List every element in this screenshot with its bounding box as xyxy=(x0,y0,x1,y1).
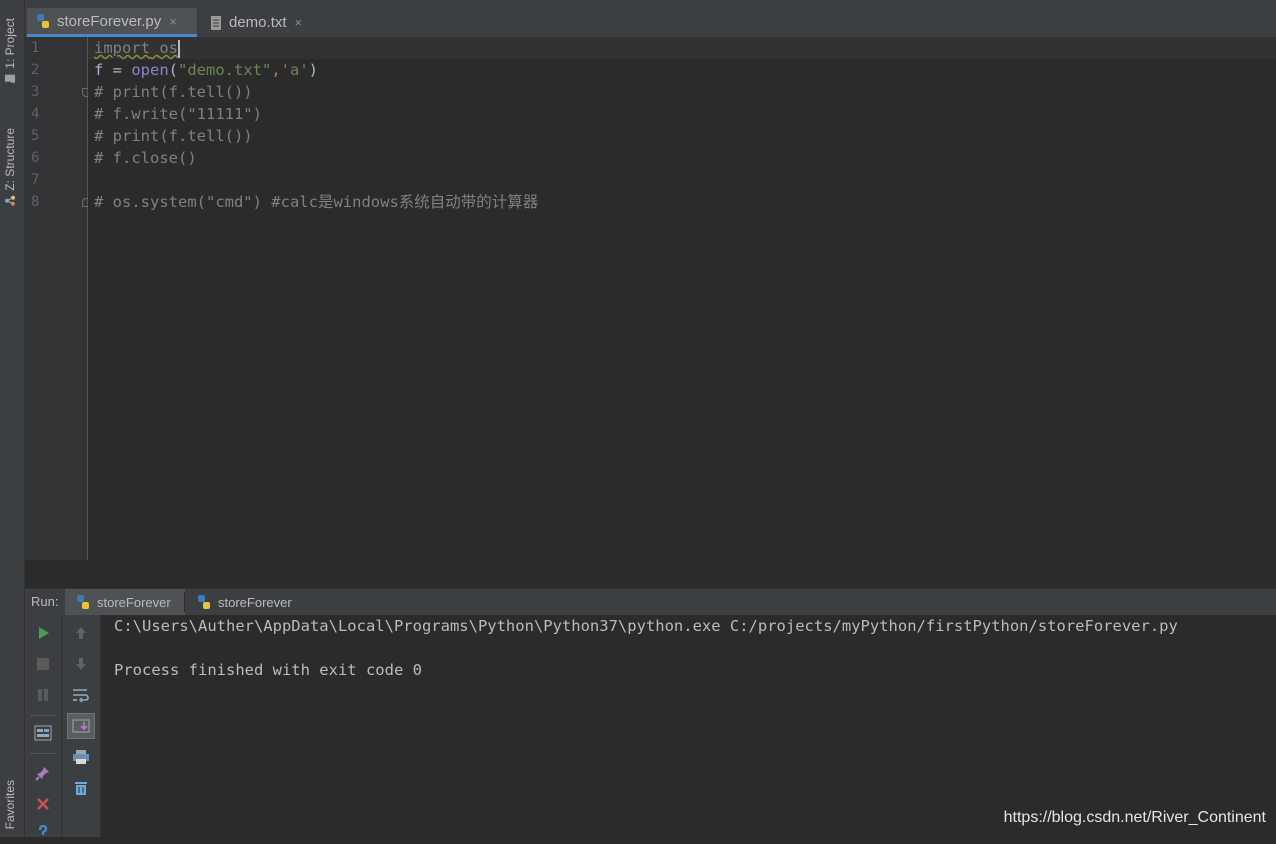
tab-demo-txt[interactable]: demo.txt × xyxy=(201,8,325,37)
structure-tool-label: Z: Structure xyxy=(3,128,17,191)
pause-button[interactable] xyxy=(31,683,55,707)
text-file-icon xyxy=(209,15,223,31)
string-literal: 'a' xyxy=(280,61,309,79)
run-tab-label: storeForever xyxy=(97,594,171,610)
line-number: 2 xyxy=(31,62,40,78)
scroll-down-button[interactable] xyxy=(69,652,93,676)
watermark-text: https://blog.csdn.net/River_Continent xyxy=(1003,809,1266,826)
keyword: import xyxy=(94,39,150,57)
layout-button[interactable] xyxy=(31,721,55,745)
run-tab[interactable]: storeForever xyxy=(65,589,185,615)
favorites-tool-tab[interactable]: Favorites xyxy=(3,780,17,829)
string-literal: "demo.txt" xyxy=(178,61,272,79)
toolbar-separator xyxy=(31,715,55,716)
stop-button[interactable] xyxy=(31,652,55,676)
tab-storeforever[interactable]: storeForever.py × xyxy=(27,8,197,37)
editor-gutter: 1 2 3 4 5 6 7 8 xyxy=(25,37,91,560)
run-toolbar-primary xyxy=(25,615,62,837)
editor-tab-bar: storeForever.py × demo.txt × xyxy=(25,8,1276,38)
folder-icon xyxy=(5,74,15,83)
arrow-up-icon xyxy=(76,627,86,639)
code-editor[interactable]: import os f = open("demo.txt",'a') # pri… xyxy=(88,37,1276,560)
project-tool-label: 1: Project xyxy=(3,18,17,69)
run-tab[interactable]: storeForever xyxy=(186,589,306,615)
code-token: ( xyxy=(168,61,178,79)
editor-bottom-area xyxy=(25,560,1276,589)
code-line-8: # os.system("cmd") #calc是windows系统自动带的计算… xyxy=(94,193,539,211)
scroll-up-button[interactable] xyxy=(69,621,93,645)
pause-icon xyxy=(38,689,48,701)
soft-wrap-button[interactable] xyxy=(69,683,93,707)
current-line-highlight xyxy=(88,37,1276,59)
console-line: Process finished with exit code 0 xyxy=(114,661,422,679)
line-number: 3 xyxy=(31,84,40,100)
pin-button[interactable] xyxy=(31,761,55,785)
line-number: 8 xyxy=(31,194,40,210)
text-caret xyxy=(178,39,181,58)
run-tab-label: storeForever xyxy=(218,594,292,610)
code-line-3: # print(f.tell()) xyxy=(94,83,253,101)
close-icon[interactable]: × xyxy=(295,15,303,30)
code-line-5: # print(f.tell()) xyxy=(94,127,253,145)
code-line-4: # f.write("11111") xyxy=(94,105,262,123)
python-icon xyxy=(77,595,89,609)
toolbar-separator xyxy=(31,753,55,754)
scroll-end-icon xyxy=(72,719,90,733)
help-button[interactable] xyxy=(31,820,55,844)
code-line-1: import os xyxy=(94,37,181,59)
print-icon xyxy=(73,750,89,764)
close-icon xyxy=(37,798,49,810)
code-token: ) xyxy=(308,61,319,79)
trash-icon xyxy=(75,782,87,795)
code-line-6: # f.close() xyxy=(94,149,197,167)
window-top-strip xyxy=(25,0,1276,8)
module-name: os xyxy=(159,39,179,57)
code-token: f = xyxy=(94,61,132,79)
line-number: 5 xyxy=(31,128,40,144)
run-console-output[interactable]: C:\Users\Auther\AppData\Local\Programs\P… xyxy=(101,615,1276,837)
structure-icon xyxy=(5,195,15,206)
run-tool-header: Run: storeForever storeForever xyxy=(25,589,1276,616)
run-toolbar-secondary xyxy=(62,615,101,837)
rerun-button[interactable] xyxy=(31,621,55,645)
tab-label: demo.txt xyxy=(229,14,287,31)
stop-icon xyxy=(37,658,49,670)
run-label: Run: xyxy=(31,594,59,609)
arrow-down-icon xyxy=(76,658,86,670)
project-tool-tab[interactable]: 1: Project xyxy=(3,18,17,85)
favorites-tool-label: Favorites xyxy=(3,780,17,830)
structure-tool-tab[interactable]: Z: Structure xyxy=(3,128,17,207)
print-button[interactable] xyxy=(69,745,93,769)
clear-all-button[interactable] xyxy=(69,776,93,800)
console-line: C:\Users\Auther\AppData\Local\Programs\P… xyxy=(114,617,1178,635)
tab-label: storeForever.py xyxy=(57,12,162,30)
code-token: , xyxy=(271,61,281,79)
line-number: 1 xyxy=(31,40,40,56)
line-number: 4 xyxy=(31,106,40,122)
layout-icon xyxy=(34,725,52,741)
line-number: 7 xyxy=(31,172,40,188)
builtin-function: open xyxy=(131,61,169,79)
python-file-icon xyxy=(35,13,51,29)
close-icon[interactable]: × xyxy=(169,14,177,29)
left-tool-strip: 1: Project Z: Structure Favorites xyxy=(0,0,25,837)
code-line-2: f = open("demo.txt",'a') xyxy=(94,59,318,81)
python-icon xyxy=(198,595,210,609)
play-icon xyxy=(39,627,49,639)
scroll-to-end-button[interactable] xyxy=(67,713,95,739)
line-number: 6 xyxy=(31,150,40,166)
soft-wrap-icon xyxy=(73,689,89,703)
pin-icon xyxy=(35,767,49,781)
close-run-button[interactable] xyxy=(31,792,55,816)
